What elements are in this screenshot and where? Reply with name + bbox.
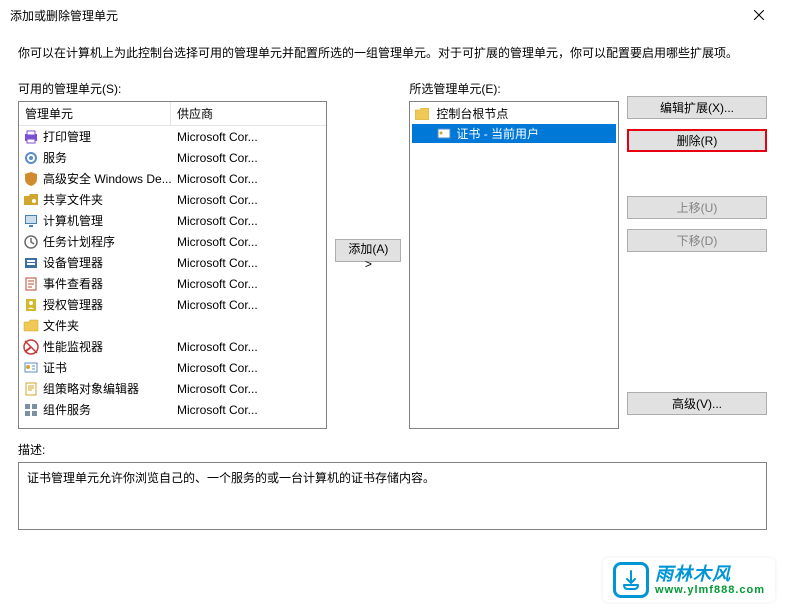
selected-label: 所选管理单元(E):: [409, 80, 619, 97]
item-name: 设备管理器: [43, 254, 175, 271]
available-snapins-list[interactable]: 管理单元 供应商 打印管理Microsoft Cor...服务Microsoft…: [18, 101, 327, 429]
list-item[interactable]: 事件查看器Microsoft Cor...: [19, 273, 326, 294]
shield-icon: [23, 171, 39, 187]
auth-icon: [23, 297, 39, 313]
list-item[interactable]: 高级安全 Windows De...Microsoft Cor...: [19, 168, 326, 189]
item-vendor: Microsoft Cor...: [175, 130, 322, 144]
gear-icon: [23, 150, 39, 166]
item-vendor: Microsoft Cor...: [175, 214, 322, 228]
list-item[interactable]: 组策略对象编辑器Microsoft Cor...: [19, 378, 326, 399]
selected-snapins-tree[interactable]: 控制台根节点 证书 - 当前用户: [409, 101, 619, 429]
item-name: 服务: [43, 149, 175, 166]
folder-icon: [23, 318, 39, 334]
list-item[interactable]: 授权管理器Microsoft Cor...: [19, 294, 326, 315]
list-item[interactable]: 打印管理Microsoft Cor...: [19, 126, 326, 147]
list-item[interactable]: 性能监视器Microsoft Cor...: [19, 336, 326, 357]
item-vendor: Microsoft Cor...: [175, 277, 322, 291]
add-button[interactable]: 添加(A) >: [335, 239, 401, 262]
list-item[interactable]: 共享文件夹Microsoft Cor...: [19, 189, 326, 210]
header-vendor[interactable]: 供应商: [171, 102, 326, 125]
close-button[interactable]: [739, 1, 779, 29]
tree-root[interactable]: 控制台根节点: [412, 104, 616, 123]
policy-icon: [23, 381, 39, 397]
item-vendor: Microsoft Cor...: [175, 256, 322, 270]
item-vendor: Microsoft Cor...: [175, 235, 322, 249]
list-item[interactable]: 组件服务Microsoft Cor...: [19, 399, 326, 420]
item-vendor: Microsoft Cor...: [175, 361, 322, 375]
list-item[interactable]: 任务计划程序Microsoft Cor...: [19, 231, 326, 252]
printer-icon: [23, 129, 39, 145]
item-name: 计算机管理: [43, 212, 175, 229]
item-name: 授权管理器: [43, 296, 175, 313]
list-item[interactable]: 设备管理器Microsoft Cor...: [19, 252, 326, 273]
description-label: 描述:: [18, 441, 767, 458]
tree-child-selected[interactable]: 证书 - 当前用户: [412, 124, 616, 143]
item-name: 性能监视器: [43, 338, 175, 355]
item-name: 共享文件夹: [43, 191, 175, 208]
item-vendor: Microsoft Cor...: [175, 151, 322, 165]
computer-icon: [23, 213, 39, 229]
folder-share-icon: [23, 192, 39, 208]
tree-child-label: 证书 - 当前用户: [456, 125, 539, 142]
move-down-button[interactable]: 下移(D): [627, 229, 767, 252]
item-name: 打印管理: [43, 128, 175, 145]
item-vendor: Microsoft Cor...: [175, 193, 322, 207]
device-icon: [23, 255, 39, 271]
watermark: 雨林木风 www.ylmf888.com: [603, 558, 775, 602]
list-item[interactable]: 文件夹: [19, 315, 326, 336]
item-name: 高级安全 Windows De...: [43, 170, 175, 187]
list-item[interactable]: 服务Microsoft Cor...: [19, 147, 326, 168]
item-name: 任务计划程序: [43, 233, 175, 250]
window-title: 添加或删除管理单元: [10, 7, 739, 24]
item-name: 事件查看器: [43, 275, 175, 292]
header-name[interactable]: 管理单元: [19, 102, 171, 125]
available-label: 可用的管理单元(S):: [18, 80, 327, 97]
list-header: 管理单元 供应商: [19, 102, 326, 126]
close-icon: [754, 10, 764, 20]
item-name: 文件夹: [43, 317, 175, 334]
item-vendor: Microsoft Cor...: [175, 172, 322, 186]
description-box: 证书管理单元允许你浏览自己的、一个服务的或一台计算机的证书存储内容。: [18, 462, 767, 530]
watermark-brand: 雨林木风: [655, 565, 765, 583]
intro-text: 你可以在计算机上为此控制台选择可用的管理单元并配置所选的一组管理单元。对于可扩展…: [18, 44, 767, 62]
tree-root-label: 控制台根节点: [436, 105, 508, 122]
titlebar: 添加或删除管理单元: [0, 0, 785, 30]
cert-icon: [436, 126, 452, 142]
item-name: 组策略对象编辑器: [43, 380, 175, 397]
item-vendor: Microsoft Cor...: [175, 403, 322, 417]
advanced-button[interactable]: 高级(V)...: [627, 392, 767, 415]
event-icon: [23, 276, 39, 292]
edit-extensions-button[interactable]: 编辑扩展(X)...: [627, 96, 767, 119]
watermark-icon: [613, 562, 649, 598]
item-vendor: Microsoft Cor...: [175, 382, 322, 396]
item-vendor: Microsoft Cor...: [175, 298, 322, 312]
list-item[interactable]: 计算机管理Microsoft Cor...: [19, 210, 326, 231]
item-name: 证书: [43, 359, 175, 376]
cert-icon: [23, 360, 39, 376]
item-name: 组件服务: [43, 401, 175, 418]
move-up-button[interactable]: 上移(U): [627, 196, 767, 219]
list-item[interactable]: 证书Microsoft Cor...: [19, 357, 326, 378]
clock-icon: [23, 234, 39, 250]
component-icon: [23, 402, 39, 418]
description-text: 证书管理单元允许你浏览自己的、一个服务的或一台计算机的证书存储内容。: [27, 471, 435, 485]
perf-icon: [23, 339, 39, 355]
item-vendor: Microsoft Cor...: [175, 340, 322, 354]
remove-button[interactable]: 删除(R): [627, 129, 767, 152]
folder-icon: [414, 106, 430, 122]
watermark-url: www.ylmf888.com: [655, 585, 765, 596]
